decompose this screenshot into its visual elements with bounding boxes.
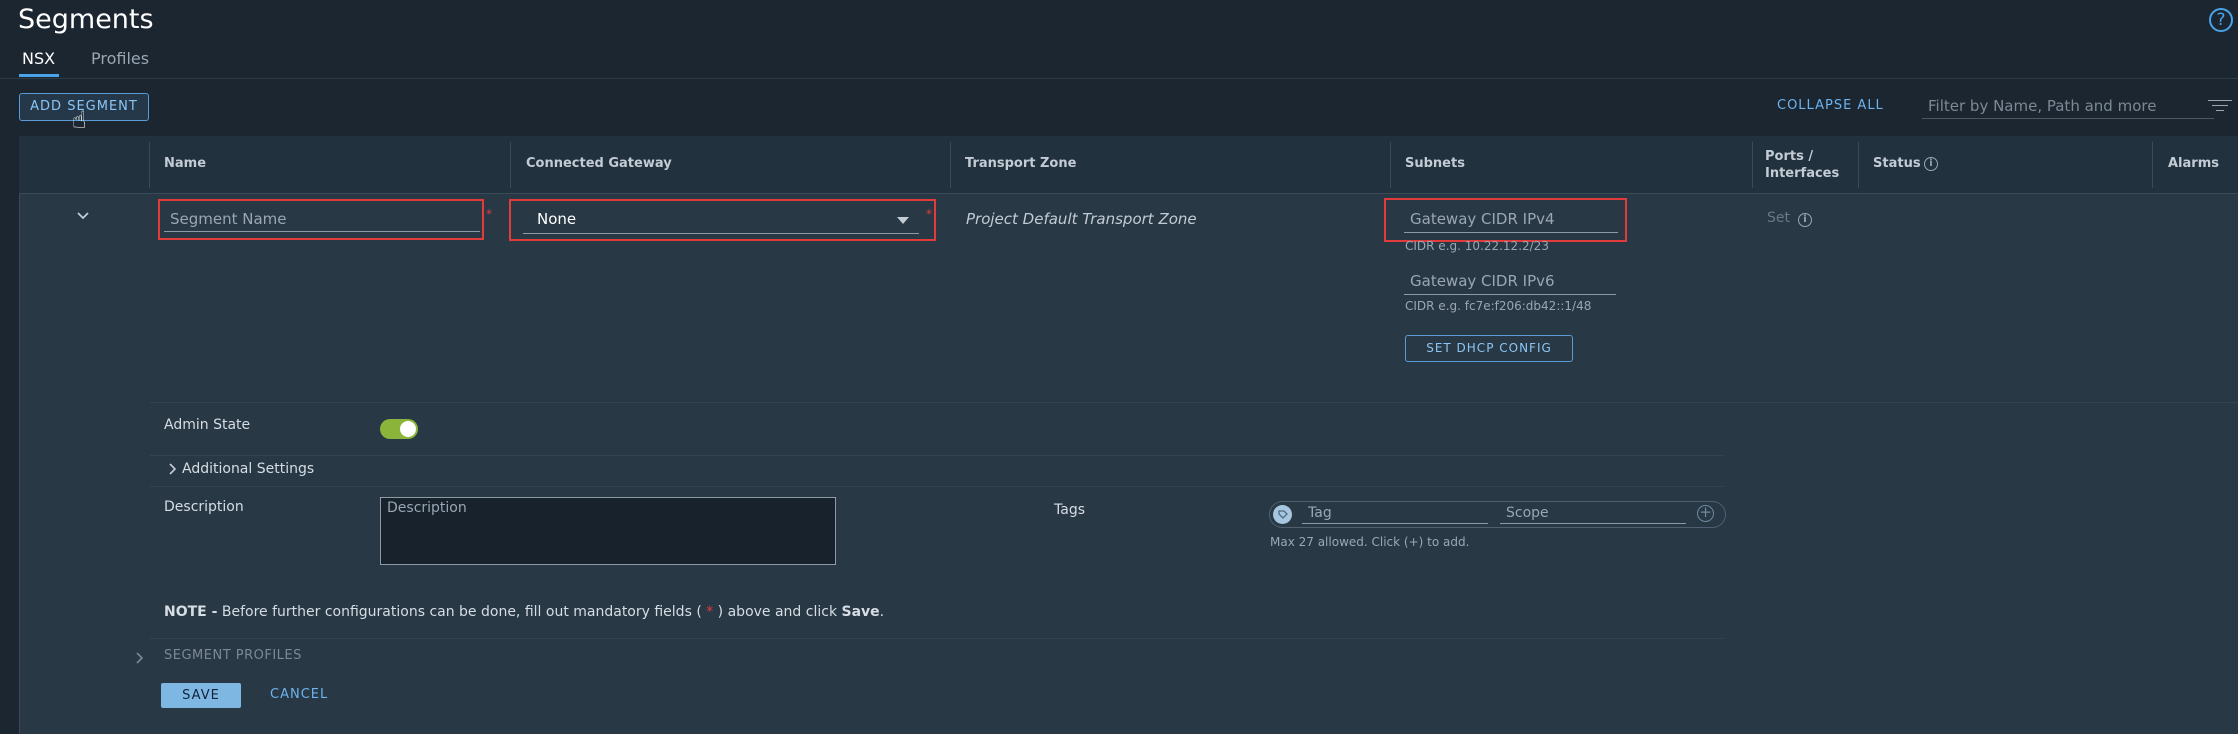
ipv4-hint: CIDR e.g. 10.22.12.2/23 bbox=[1405, 239, 1549, 253]
help-icon[interactable]: ? bbox=[2209, 8, 2233, 32]
column-header-ports[interactable]: Ports / Interfaces bbox=[1765, 148, 1839, 182]
gateway-cidr-ipv6-input[interactable] bbox=[1404, 268, 1616, 295]
note-body: Before further configurations can be don… bbox=[217, 604, 707, 620]
ports-header-line1: Ports / bbox=[1765, 149, 1814, 164]
cancel-button[interactable]: CANCEL bbox=[270, 687, 328, 702]
chevron-right-icon[interactable] bbox=[135, 651, 144, 665]
tag-icon bbox=[1273, 505, 1292, 524]
ipv6-hint: CIDR e.g. fc7e:f206:db42::1/48 bbox=[1405, 299, 1592, 313]
column-separator bbox=[1858, 142, 1859, 188]
section-divider bbox=[150, 638, 1724, 639]
column-header-alarms[interactable]: Alarms bbox=[2168, 156, 2219, 171]
tabs-divider bbox=[0, 78, 2238, 79]
chevron-right-icon[interactable] bbox=[168, 462, 177, 476]
section-divider bbox=[150, 486, 1724, 487]
column-separator bbox=[2152, 142, 2153, 188]
segment-profiles-toggle[interactable]: SEGMENT PROFILES bbox=[164, 648, 302, 663]
section-divider bbox=[150, 455, 1724, 456]
scope-input[interactable] bbox=[1500, 502, 1686, 524]
required-marker: * bbox=[926, 207, 932, 221]
mandatory-note: NOTE - Before further configurations can… bbox=[164, 604, 884, 620]
admin-state-toggle[interactable] bbox=[380, 419, 418, 439]
additional-settings-toggle[interactable]: Additional Settings bbox=[182, 461, 314, 477]
column-separator bbox=[149, 142, 150, 188]
tab-nsx[interactable]: NSX bbox=[22, 49, 55, 68]
admin-state-label: Admin State bbox=[164, 417, 251, 433]
filter-input[interactable] bbox=[1922, 94, 2214, 119]
column-separator bbox=[1390, 142, 1391, 188]
tab-profiles[interactable]: Profiles bbox=[91, 49, 149, 68]
note-prefix: NOTE - bbox=[164, 604, 218, 620]
required-marker: * bbox=[486, 207, 492, 221]
transport-zone-value: Project Default Transport Zone bbox=[966, 210, 1197, 228]
description-textarea[interactable] bbox=[380, 497, 836, 565]
note-end: . bbox=[879, 604, 885, 620]
hand-cursor-icon: ☝ bbox=[72, 106, 87, 134]
column-header-name[interactable]: Name bbox=[164, 156, 206, 171]
tag-input[interactable] bbox=[1302, 502, 1488, 524]
column-header-subnets[interactable]: Subnets bbox=[1405, 156, 1465, 171]
gateway-selected-value: None bbox=[537, 210, 577, 228]
page-title: Segments bbox=[18, 4, 154, 35]
collapse-row-chevron-icon[interactable] bbox=[76, 209, 90, 223]
column-separator bbox=[510, 142, 511, 188]
column-header-gateway[interactable]: Connected Gateway bbox=[526, 156, 672, 171]
segment-name-input[interactable] bbox=[164, 206, 480, 232]
dropdown-caret-icon bbox=[897, 217, 909, 224]
save-button[interactable]: SAVE bbox=[161, 683, 241, 708]
column-header-transport-zone[interactable]: Transport Zone bbox=[965, 156, 1076, 171]
filter-icon[interactable] bbox=[2208, 100, 2232, 114]
tags-label: Tags bbox=[1054, 502, 1085, 518]
set-dhcp-config-button[interactable]: SET DHCP CONFIG bbox=[1405, 335, 1573, 362]
column-separator bbox=[950, 142, 951, 188]
ports-header-line2: Interfaces bbox=[1765, 166, 1840, 181]
add-tag-plus-icon[interactable]: + bbox=[1697, 505, 1714, 522]
gateway-select[interactable]: None bbox=[523, 206, 919, 234]
tags-hint: Max 27 allowed. Click (+) to add. bbox=[1270, 535, 1470, 549]
section-divider bbox=[150, 402, 2238, 403]
note-mid: ) above and click bbox=[713, 604, 842, 620]
note-save-word: Save bbox=[841, 604, 880, 620]
status-info-icon[interactable]: i bbox=[1924, 157, 1938, 171]
ports-info-icon[interactable]: i bbox=[1798, 213, 1812, 227]
description-label: Description bbox=[164, 499, 244, 515]
ports-set-link[interactable]: Set bbox=[1767, 210, 1790, 226]
collapse-all-button[interactable]: COLLAPSE ALL bbox=[1777, 98, 1884, 113]
column-header-status[interactable]: Status bbox=[1873, 156, 1921, 171]
active-tab-indicator bbox=[19, 74, 59, 77]
gateway-cidr-ipv4-input[interactable] bbox=[1404, 206, 1618, 233]
column-separator bbox=[1752, 142, 1753, 188]
